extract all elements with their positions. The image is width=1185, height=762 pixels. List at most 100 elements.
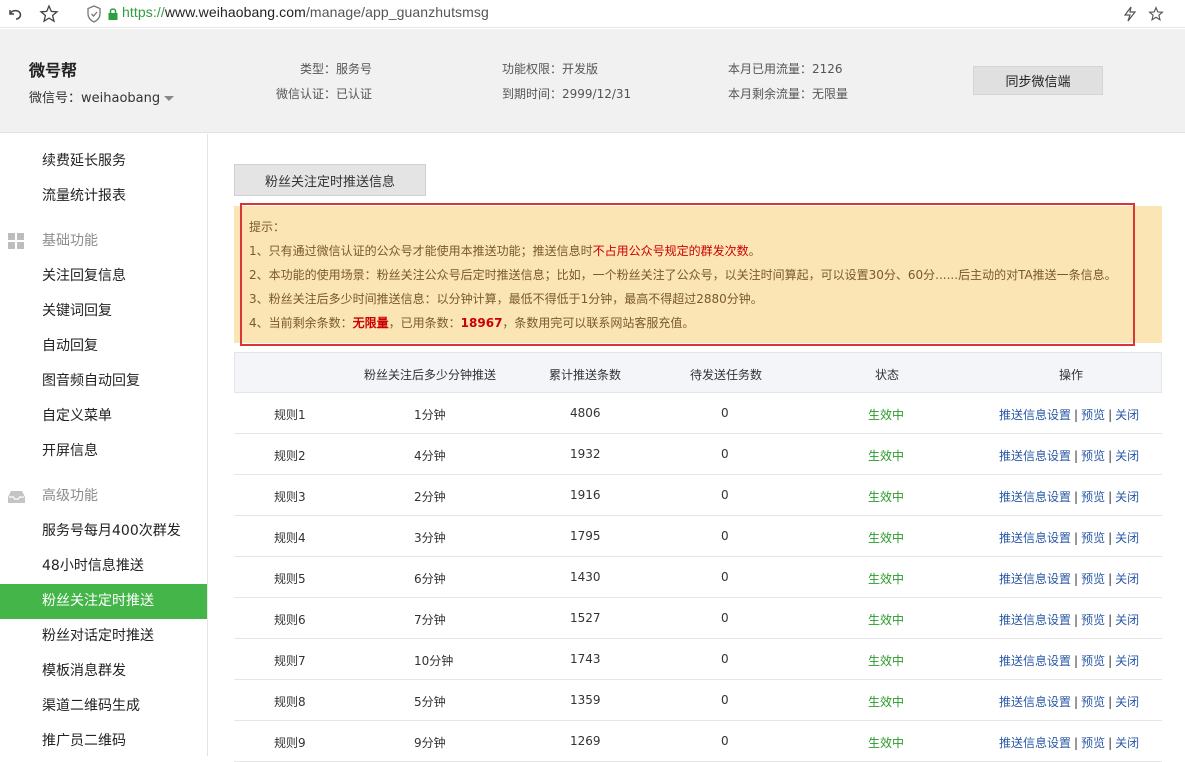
sidebar-item-monthly-broadcast[interactable]: 服务号每月400次群发 — [0, 514, 207, 549]
link-separator: | — [1108, 572, 1113, 586]
lightning-icon[interactable] — [1119, 3, 1141, 25]
row-actions: 推送信息设置 | 预览 | 关闭 — [999, 652, 1139, 669]
link-separator: | — [1108, 695, 1113, 709]
total-pushed: 1430 — [570, 570, 601, 584]
col-ops: 操作 — [1059, 368, 1084, 382]
sidebar-item-channel-qrcode[interactable]: 渠道二维码生成 — [0, 689, 207, 724]
total-pushed: 1269 — [570, 734, 601, 748]
sidebar-item-template-broadcast[interactable]: 模板消息群发 — [0, 654, 207, 689]
sidebar-item-custom-menu[interactable]: 自定义菜单 — [0, 399, 207, 434]
close-link[interactable]: 关闭 — [1115, 531, 1139, 545]
sidebar-item-auto-reply[interactable]: 自动回复 — [0, 329, 207, 364]
tip-4-used-label: ，已用条数： — [388, 316, 461, 330]
status-badge: 生效中 — [868, 695, 905, 709]
status-badge: 生效中 — [868, 736, 905, 750]
close-link[interactable]: 关闭 — [1115, 449, 1139, 463]
link-separator: | — [1108, 490, 1113, 504]
push-settings-link[interactable]: 推送信息设置 — [999, 449, 1071, 463]
link-separator: | — [1108, 736, 1113, 750]
push-settings-link[interactable]: 推送信息设置 — [999, 572, 1071, 586]
account-id: 微信号：weihaobang — [29, 91, 161, 106]
permission-level: 功能权限：开发版 — [502, 62, 599, 76]
tip-1-text: 1、只有通过微信认证的公众号才能使用本推送功能；推送信息时 — [249, 244, 593, 258]
preview-link[interactable]: 预览 — [1081, 736, 1105, 750]
sidebar-item-traffic-report[interactable]: 流量统计报表 — [0, 179, 207, 214]
preview-link[interactable]: 预览 — [1081, 572, 1105, 586]
close-link[interactable]: 关闭 — [1115, 695, 1139, 709]
preview-link[interactable]: 预览 — [1081, 531, 1105, 545]
push-minutes: 1分钟 — [414, 408, 446, 422]
lock-icon — [107, 7, 119, 21]
push-settings-link[interactable]: 推送信息设置 — [999, 408, 1071, 422]
sidebar-item-renew[interactable]: 续费延长服务 — [0, 144, 207, 179]
row-actions: 推送信息设置 | 预览 | 关闭 — [999, 693, 1139, 710]
tip-1-end: 。 — [748, 244, 761, 258]
account-switcher[interactable]: 微信号：weihaobang — [29, 87, 175, 106]
bookmark-star-icon[interactable] — [38, 3, 60, 25]
link-separator: | — [1074, 613, 1079, 627]
address-bar[interactable]: https://www.weihaobang.com/manage/app_gu… — [122, 4, 489, 20]
row-actions: 推送信息设置 | 预览 | 关闭 — [999, 529, 1139, 546]
link-separator: | — [1074, 408, 1079, 422]
table-row: 规则1 1分钟 4806 0 生效中 推送信息设置 | 预览 | 关闭 — [234, 393, 1162, 434]
status-badge: 生效中 — [868, 613, 905, 627]
sidebar-item-chat-timed-push[interactable]: 粉丝对话定时推送 — [0, 619, 207, 654]
close-link[interactable]: 关闭 — [1115, 572, 1139, 586]
close-link[interactable]: 关闭 — [1115, 736, 1139, 750]
back-icon[interactable] — [4, 3, 26, 25]
brand-title: 微号帮 — [29, 61, 78, 80]
row-actions: 推送信息设置 | 预览 | 关闭 — [999, 488, 1139, 505]
remaining-count: 无限量 — [352, 316, 389, 330]
rule-name: 规则6 — [274, 613, 306, 627]
rule-name: 规则1 — [274, 408, 306, 422]
link-separator: | — [1074, 654, 1079, 668]
tip-line-2: 2、本功能的使用场景：粉丝关注公众号后定时推送信息；比如，一个粉丝关注了公众号，… — [249, 268, 1117, 282]
push-settings-link[interactable]: 推送信息设置 — [999, 736, 1071, 750]
sidebar-item-48h-push[interactable]: 48小时信息推送 — [0, 549, 207, 584]
table-row: 规则4 3分钟 1795 0 生效中 推送信息设置 | 预览 | 关闭 — [234, 516, 1162, 557]
pending-tasks: 0 — [721, 652, 729, 666]
close-link[interactable]: 关闭 — [1115, 613, 1139, 627]
sidebar-item-splash-info[interactable]: 开屏信息 — [0, 434, 207, 469]
grid-icon — [8, 233, 24, 249]
sidebar-group-advanced: 高级功能 — [0, 479, 207, 514]
preview-link[interactable]: 预览 — [1081, 408, 1105, 422]
preview-link[interactable]: 预览 — [1081, 613, 1105, 627]
push-settings-link[interactable]: 推送信息设置 — [999, 531, 1071, 545]
verify-status: 微信认证：已认证 — [276, 87, 373, 101]
sync-wechat-button[interactable]: 同步微信端 — [973, 66, 1103, 95]
browser-toolbar: https://www.weihaobang.com/manage/app_gu… — [0, 0, 1185, 28]
preview-link[interactable]: 预览 — [1081, 654, 1105, 668]
push-settings-link[interactable]: 推送信息设置 — [999, 490, 1071, 504]
push-settings-link[interactable]: 推送信息设置 — [999, 613, 1071, 627]
sidebar-item-keyword-reply[interactable]: 关键词回复 — [0, 294, 207, 329]
row-actions: 推送信息设置 | 预览 | 关闭 — [999, 734, 1139, 751]
table-row: 规则8 5分钟 1359 0 生效中 推送信息设置 | 预览 | 关闭 — [234, 680, 1162, 721]
favorite-star-icon[interactable] — [1145, 3, 1167, 25]
close-link[interactable]: 关闭 — [1115, 654, 1139, 668]
push-settings-link[interactable]: 推送信息设置 — [999, 654, 1071, 668]
row-actions: 推送信息设置 | 预览 | 关闭 — [999, 570, 1139, 587]
remain-traffic: 本月剩余流量：无限量 — [728, 87, 849, 101]
close-link[interactable]: 关闭 — [1115, 490, 1139, 504]
rule-name: 规则5 — [274, 572, 306, 586]
shield-icon[interactable] — [86, 5, 102, 23]
preview-link[interactable]: 预览 — [1081, 490, 1105, 504]
used-traffic: 本月已用流量：2126 — [728, 62, 843, 76]
link-separator: | — [1074, 531, 1079, 545]
sidebar-item-follow-reply[interactable]: 关注回复信息 — [0, 259, 207, 294]
sidebar-item-promoter-qrcode[interactable]: 推广员二维码 — [0, 724, 207, 759]
total-pushed: 1527 — [570, 611, 601, 625]
inbox-icon — [8, 491, 25, 503]
sidebar-item-media-reply[interactable]: 图音频自动回复 — [0, 364, 207, 399]
push-minutes: 7分钟 — [414, 613, 446, 627]
preview-link[interactable]: 预览 — [1081, 449, 1105, 463]
preview-link[interactable]: 预览 — [1081, 695, 1105, 709]
link-separator: | — [1108, 531, 1113, 545]
tab-follow-timed-push[interactable]: 粉丝关注定时推送信息 — [234, 164, 426, 196]
close-link[interactable]: 关闭 — [1115, 408, 1139, 422]
rule-name: 规则7 — [274, 654, 306, 668]
push-settings-link[interactable]: 推送信息设置 — [999, 695, 1071, 709]
tip-1-highlight: 不占用公众号规定的群发次数 — [592, 244, 749, 258]
sidebar-item-follow-timed-push[interactable]: 粉丝关注定时推送 — [0, 584, 207, 619]
